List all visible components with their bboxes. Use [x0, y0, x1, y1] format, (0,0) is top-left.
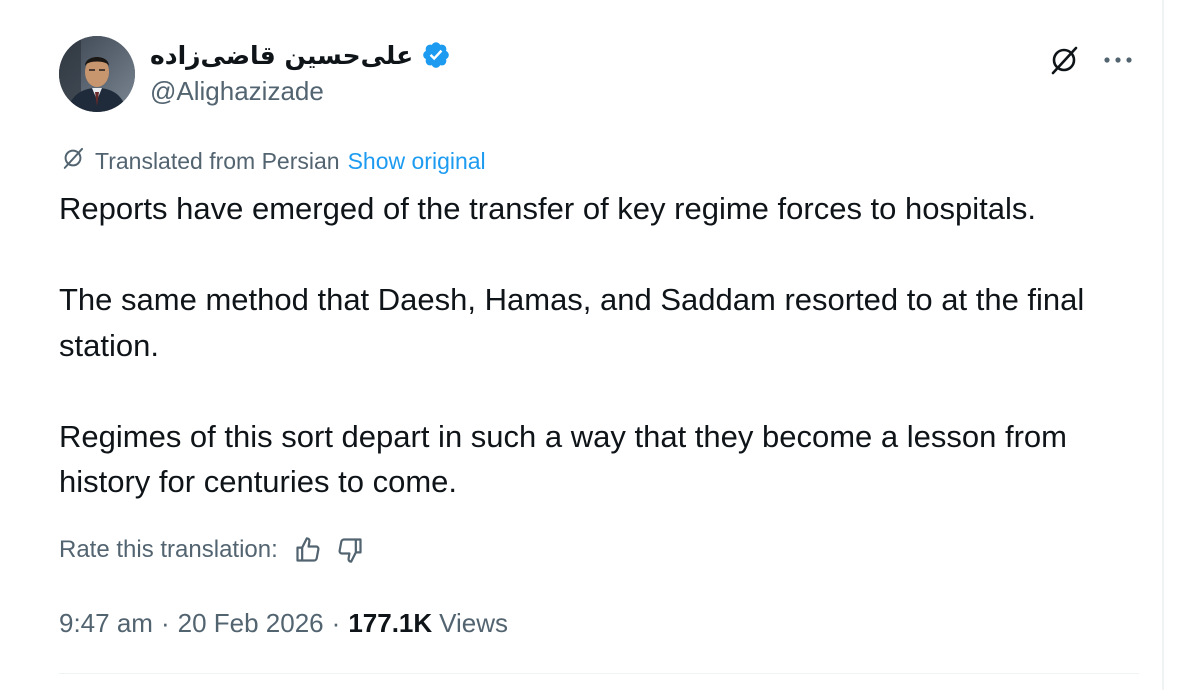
tweet-paragraph: The same method that Daesh, Hamas, and S… [59, 282, 1085, 363]
author-handle[interactable]: @Alighazizade [150, 76, 324, 107]
tweet-text: Reports have emerged of the transfer of … [59, 186, 1139, 505]
meta-separator: · [160, 607, 170, 638]
tweet-card: علی‌حسین قاضی‌زاده @Alighazizade [0, 0, 1164, 690]
more-icon[interactable] [1098, 40, 1138, 80]
author-name-row: علی‌حسین قاضی‌زاده [150, 38, 451, 72]
rate-translation-label: Rate this translation: [59, 536, 278, 563]
avatar[interactable] [59, 36, 135, 112]
thumbs-down-icon[interactable] [332, 532, 368, 568]
tweet-paragraph: Reports have emerged of the transfer of … [59, 191, 1036, 226]
avatar-photo [59, 36, 135, 112]
verified-badge-icon[interactable] [421, 40, 451, 70]
translated-from-label: Translated from Persian [95, 147, 340, 174]
author-display-name[interactable]: علی‌حسین قاضی‌زاده [150, 41, 413, 70]
translation-notice: Translated from Persian Show original [59, 144, 486, 178]
thumbs-up-icon[interactable] [290, 532, 326, 568]
tweet-paragraph: Regimes of this sort depart in such a wa… [59, 418, 1067, 500]
translate-icon [59, 144, 87, 178]
divider [59, 673, 1139, 674]
meta-separator: · [331, 607, 341, 638]
grok-icon[interactable] [1044, 40, 1084, 80]
rate-translation-row: Rate this translation: [59, 532, 368, 568]
show-original-link[interactable]: Show original [348, 148, 486, 175]
tweet-meta: 9:47 am · 20 Feb 2026 · 177.1K Views [59, 603, 508, 643]
tweet-time[interactable]: 9:47 am [59, 608, 153, 639]
tweet-date[interactable]: 20 Feb 2026 [178, 608, 324, 639]
views-label: Views [439, 607, 509, 638]
views-count[interactable]: 177.1K [348, 608, 432, 639]
